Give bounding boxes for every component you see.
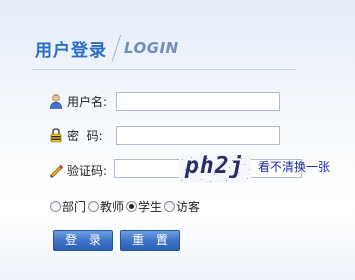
- password-input[interactable]: [116, 125, 280, 145]
- radio-department[interactable]: [50, 201, 61, 212]
- role-option-teacher[interactable]: 教师: [88, 198, 124, 215]
- login-header: 用户登录 LOGIN: [35, 32, 179, 64]
- username-label: 用户名:: [67, 94, 108, 109]
- role-option-visitor[interactable]: 访客: [164, 198, 200, 215]
- reset-button[interactable]: 重 置: [120, 230, 180, 251]
- login-panel: 用户登录 LOGIN 用户名: 密 码: 验证码: ph2j 看不清换一张 部门…: [0, 0, 355, 280]
- radio-teacher[interactable]: [88, 201, 100, 212]
- radio-visitor[interactable]: [164, 201, 176, 212]
- role-option-student[interactable]: 学生: [126, 198, 162, 215]
- role-option-department[interactable]: 部门: [50, 198, 86, 215]
- role-label-student: 学生: [138, 200, 163, 214]
- password-label: 密 码:: [67, 128, 103, 143]
- captcha-code: ph2j: [185, 155, 245, 179]
- radio-student[interactable]: [126, 201, 138, 212]
- role-selector: 部门 教师 学生 访客: [50, 198, 202, 215]
- username-input[interactable]: [116, 91, 280, 111]
- captcha-label: 验证码:: [67, 163, 108, 178]
- role-label-visitor: 访客: [176, 200, 201, 214]
- pencil-icon: [48, 162, 64, 178]
- header-divider: [32, 69, 296, 70]
- title-divider: [111, 35, 122, 61]
- login-title: 用户登录: [35, 40, 107, 61]
- login-title-english: LOGIN: [124, 39, 179, 57]
- lock-icon: [48, 127, 64, 143]
- captcha-image[interactable]: ph2j: [179, 155, 251, 183]
- login-button[interactable]: 登 录: [53, 230, 113, 251]
- refresh-captcha-link[interactable]: 看不清换一张: [258, 158, 330, 175]
- password-row: 密 码:: [48, 125, 280, 145]
- username-row: 用户名:: [48, 91, 280, 111]
- user-icon: [48, 93, 64, 109]
- captcha-row: 验证码:: [48, 160, 116, 180]
- role-label-teacher: 教师: [100, 200, 125, 214]
- role-label-department: 部门: [62, 200, 87, 214]
